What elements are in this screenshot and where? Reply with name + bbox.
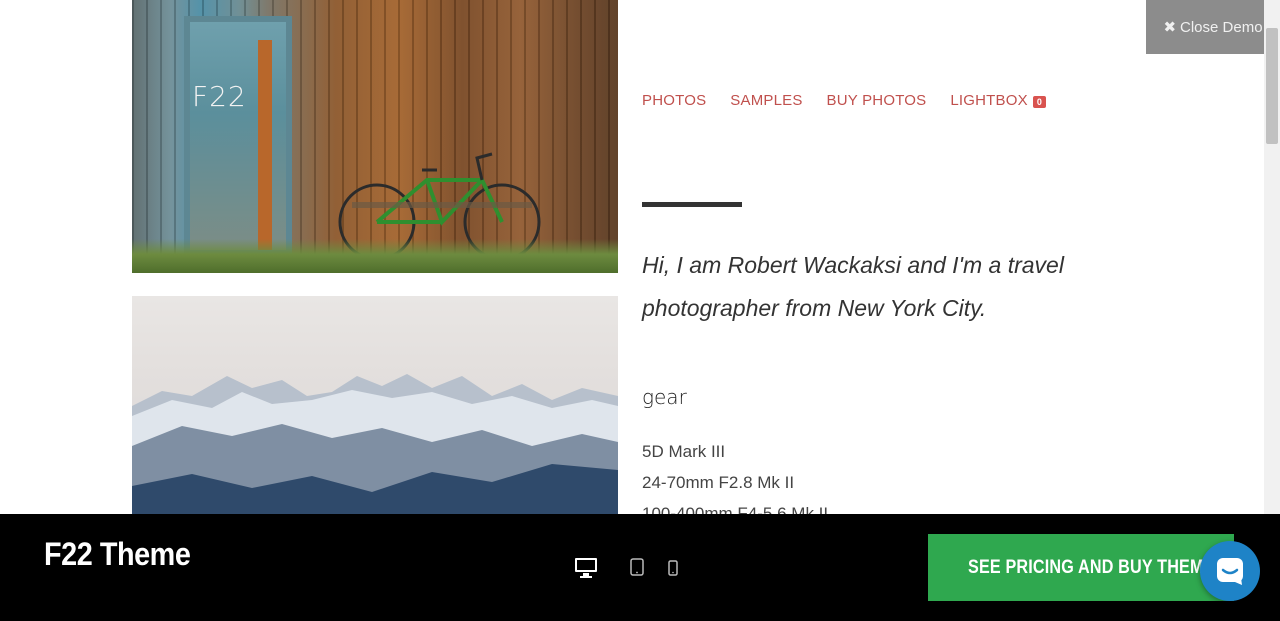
site-logo[interactable]: F22 (192, 80, 247, 113)
nav-lightbox[interactable]: LIGHTBOX 0 (950, 92, 1047, 109)
desktop-view-button[interactable] (572, 554, 600, 582)
chat-icon (1217, 558, 1243, 585)
close-demo-label: Close Demo (1180, 18, 1263, 36)
tablet-view-button[interactable] (628, 556, 646, 578)
buy-theme-label: SEE PRICING AND BUY THEME (968, 556, 1215, 578)
nav-photos[interactable]: PHOTOS (642, 92, 706, 109)
main-navigation: PHOTOS SAMPLES BUY PHOTOS LIGHTBOX 0 (642, 92, 1047, 109)
desktop-icon (575, 558, 597, 578)
door-frame-accent (258, 40, 272, 250)
tablet-icon (630, 558, 644, 576)
close-icon: ✖ (1163, 19, 1177, 36)
chat-launcher-button[interactable] (1200, 541, 1260, 601)
nav-lightbox-label: LIGHTBOX (950, 92, 1028, 109)
close-demo-button[interactable]: ✖ Close Demo (1146, 0, 1280, 54)
page-scrollbar[interactable] (1264, 0, 1280, 514)
mountain-range-illustration (132, 374, 618, 514)
gear-item: 24-70mm F2.8 Mk II (642, 473, 795, 492)
intro-text: Hi, I am Robert Wackaksi and I'm a trave… (642, 252, 1064, 321)
barn-bicycle-photo[interactable]: F22 (132, 0, 618, 273)
gear-heading: gear (642, 385, 687, 409)
lightbox-count-badge: 0 (1032, 95, 1047, 108)
demo-bar: F22 Theme SEE PRICING AND BUY THEME (0, 514, 1280, 621)
mountain-photo[interactable] (132, 296, 618, 514)
phone-view-button[interactable] (666, 558, 680, 578)
divider-rule (642, 202, 742, 207)
grass-strip (132, 239, 618, 273)
gear-item: 5D Mark III (642, 442, 726, 461)
barn-door (184, 16, 292, 256)
phone-icon (668, 560, 678, 576)
nav-buy-photos[interactable]: BUY PHOTOS (827, 92, 927, 109)
nav-samples[interactable]: SAMPLES (730, 92, 802, 109)
scrollbar-thumb[interactable] (1266, 28, 1278, 144)
theme-title: F22 Theme (44, 536, 191, 572)
buy-theme-button[interactable]: SEE PRICING AND BUY THEME (928, 534, 1234, 601)
